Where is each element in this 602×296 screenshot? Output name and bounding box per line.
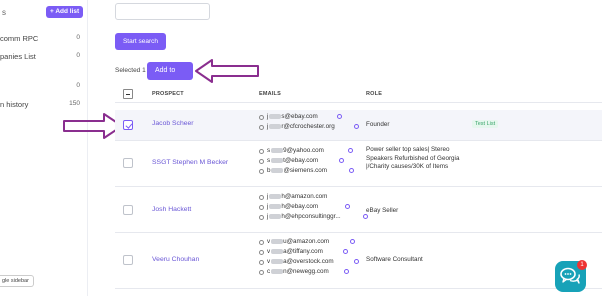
radio-icon[interactable] — [259, 204, 264, 210]
sidebar: s + Add list comm RPC 0 panies List 0 0 … — [0, 0, 88, 296]
sidebar-item-count: 0 — [76, 52, 80, 59]
radio-icon[interactable] — [259, 249, 264, 255]
prospect-name[interactable]: SSGT Stephen M Becker — [152, 159, 228, 166]
redacted-text — [270, 258, 283, 264]
sidebar-item-label: n history — [0, 100, 29, 109]
redacted-text — [270, 248, 283, 254]
sidebar-item-count: 0 — [76, 82, 80, 89]
redacted-text — [270, 238, 283, 244]
redacted-text — [268, 193, 281, 199]
table-row: Josh Hackett j h@amazon.com j h@ebay.com j… — [115, 187, 602, 233]
sidebar-item-count: 150 — [69, 100, 80, 107]
table-row: SSGT Stephen M Becker s 9@yahoo.com s t@eb… — [115, 141, 602, 187]
row-checkbox[interactable] — [123, 158, 133, 168]
verify-icon[interactable] — [350, 239, 355, 244]
prospect-name[interactable]: Jacob Scheer — [152, 120, 194, 127]
toggle-sidebar-button[interactable]: gle sidebar — [0, 275, 34, 287]
row-checkbox[interactable] — [123, 255, 133, 265]
role-text: Founder — [366, 121, 390, 128]
radio-icon[interactable] — [259, 114, 264, 120]
add-list-button[interactable]: + Add list — [46, 6, 84, 18]
annotation-arrow-left — [195, 59, 259, 83]
redacted-text — [270, 147, 283, 153]
notification-badge: 1 — [577, 260, 587, 270]
redacted-text — [268, 123, 281, 129]
prospect-name[interactable]: Josh Hackett — [152, 206, 191, 213]
sidebar-item-label: panies List — [0, 52, 36, 61]
start-search-button[interactable]: Start search — [115, 33, 166, 50]
prospect-name[interactable]: Veeru Chouhan — [152, 256, 199, 263]
redacted-text — [268, 113, 281, 119]
radio-icon[interactable] — [259, 194, 264, 200]
redacted-text — [271, 167, 284, 173]
radio-icon[interactable] — [259, 124, 264, 130]
verify-icon[interactable] — [345, 204, 350, 209]
radio-icon[interactable] — [259, 168, 264, 174]
add-to-button[interactable]: Add to — [147, 62, 193, 80]
sidebar-title: s — [2, 8, 6, 17]
verify-icon[interactable] — [354, 124, 359, 129]
column-header-role: ROLE — [366, 91, 383, 97]
redacted-text — [268, 213, 281, 219]
sidebar-item-count: 0 — [76, 34, 80, 41]
role-text: Power seller top sales| Stereo Speakers … — [366, 146, 460, 170]
radio-icon[interactable] — [259, 269, 264, 275]
table-header: PROSPECT EMAILS ROLE — [115, 86, 602, 103]
verify-icon[interactable] — [354, 259, 359, 264]
radio-icon[interactable] — [259, 259, 264, 265]
table-row: Veeru Chouhan v u@amazon.com v a@tiffany.c… — [115, 233, 602, 289]
table-row: Jacob Scheer j s@ebay.com j r@cfcrochester… — [115, 110, 602, 141]
radio-icon[interactable] — [259, 158, 264, 164]
selected-count: Selected 1 — [115, 67, 146, 74]
redacted-text — [270, 157, 283, 163]
verify-icon[interactable] — [348, 148, 353, 153]
column-header-prospect: PROSPECT — [152, 91, 184, 97]
row-checkbox[interactable] — [123, 205, 133, 215]
radio-icon[interactable] — [259, 148, 264, 154]
verify-icon[interactable] — [343, 249, 348, 254]
redacted-text — [268, 203, 281, 209]
select-all-checkbox[interactable] — [123, 89, 133, 99]
verify-icon[interactable] — [344, 269, 349, 274]
role-text: Software Consultant — [366, 256, 423, 263]
verify-icon[interactable] — [337, 114, 342, 119]
radio-icon[interactable] — [259, 239, 264, 245]
verify-icon[interactable] — [349, 168, 354, 173]
search-input[interactable] — [115, 3, 210, 20]
column-header-emails: EMAILS — [259, 91, 281, 97]
radio-icon[interactable] — [259, 214, 264, 220]
row-checkbox[interactable] — [123, 120, 133, 130]
redacted-text — [270, 268, 283, 274]
list-tag[interactable]: Test List — [472, 120, 499, 128]
role-text: eBay Seller — [366, 207, 399, 214]
sidebar-item-label: comm RPC — [0, 34, 39, 43]
verify-icon[interactable] — [339, 158, 344, 163]
